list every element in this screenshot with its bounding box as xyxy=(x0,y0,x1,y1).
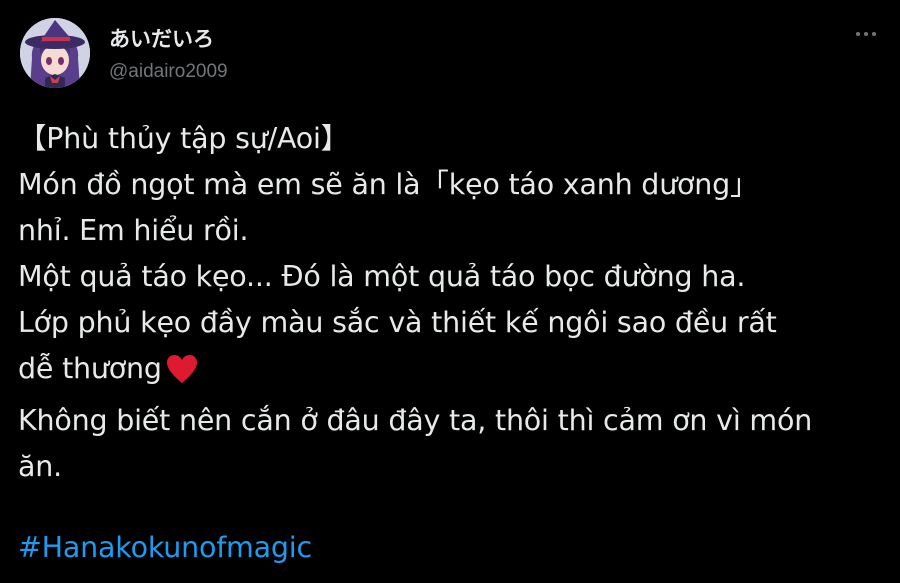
author-info: あいだいろ @aidairo2009 xyxy=(109,26,228,84)
tweet-text: 【Phù thủy tập sự/Aoi】 Món đồ ngọt mà em … xyxy=(18,116,888,490)
avatar[interactable] xyxy=(20,18,90,88)
tweet-line: ăn. xyxy=(18,450,62,483)
tweet-line: dễ thương xyxy=(18,352,162,385)
tweet-line-with-emoji: dễ thương xyxy=(18,346,888,398)
tweet-line: Lớp phủ kẹo đầy màu sắc và thiết kế ngôi… xyxy=(18,306,777,339)
user-handle[interactable]: @aidairo2009 xyxy=(109,60,228,84)
tweet-card: あいだいろ @aidairo2009 【Phù thủy tập sự/Aoi】… xyxy=(0,0,900,583)
heart-icon xyxy=(166,352,198,398)
tweet-line: 【Phù thủy tập sự/Aoi】 xyxy=(18,122,350,155)
anime-witch-avatar-icon xyxy=(20,18,90,88)
more-horizontal-icon xyxy=(854,32,878,36)
tweet-line: Một quả táo kẹo... Đó là một quả táo bọc… xyxy=(18,260,746,293)
more-options-button[interactable] xyxy=(848,22,884,46)
hashtag-link[interactable]: #Hanakokunofmagic xyxy=(18,525,312,571)
tweet-line: Món đồ ngọt mà em sẽ ăn là「kẹo táo xanh … xyxy=(18,168,759,201)
tweet-line: Không biết nên cắn ở đâu đây ta, thôi th… xyxy=(18,404,813,437)
tweet-line: nhỉ. Em hiểu rồi. xyxy=(18,214,249,247)
display-name[interactable]: あいだいろ xyxy=(109,26,228,52)
